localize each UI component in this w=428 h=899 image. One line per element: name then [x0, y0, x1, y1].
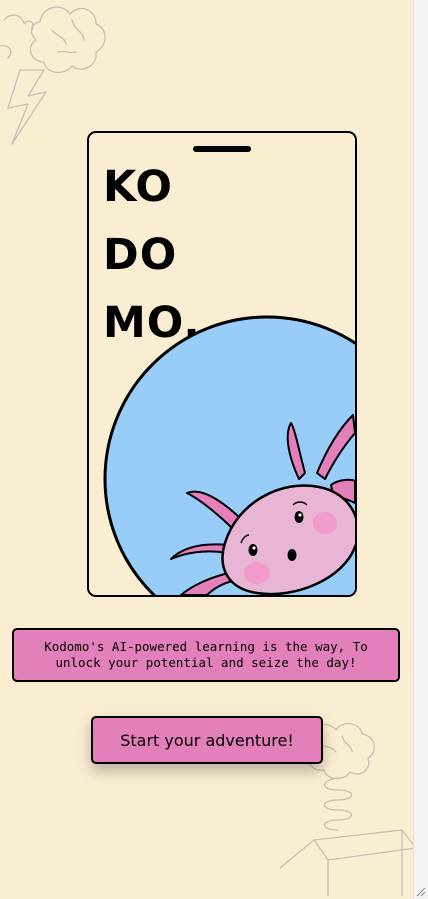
resize-grip-icon [416, 887, 426, 897]
axolotl-illustration [103, 315, 355, 595]
brain-lightning-icon [0, 6, 106, 145]
tagline-text: Kodomo's AI-powered learning is the way,… [12, 628, 400, 682]
start-adventure-button[interactable]: Start your adventure! [91, 716, 323, 764]
page-scrollbar[interactable] [413, 0, 428, 899]
hero-card: KO DO MO. [87, 131, 357, 597]
